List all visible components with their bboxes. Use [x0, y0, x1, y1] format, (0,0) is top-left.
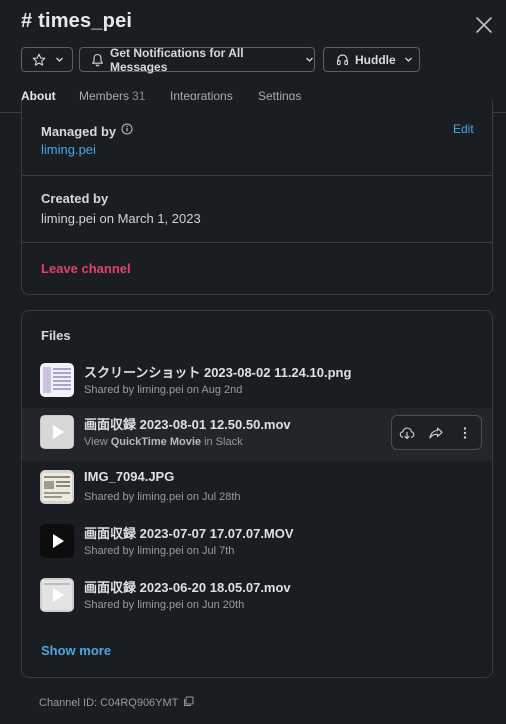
created-by-label: Created by — [41, 191, 109, 206]
download-icon[interactable] — [392, 416, 421, 449]
chevron-down-icon — [305, 55, 314, 64]
show-more-link[interactable]: Show more — [41, 643, 111, 658]
managed-by-label: Managed by — [41, 123, 117, 139]
chevron-down-icon — [55, 55, 64, 64]
file-meta: View QuickTime Movie in Slack — [84, 436, 243, 448]
copy-icon[interactable] — [183, 696, 194, 710]
channel-title: # times_pei — [21, 10, 133, 32]
created-by-section: Created by liming.pei on March 1, 2023 — [22, 176, 492, 242]
file-name[interactable]: 画面収録 2023-07-07 17.07.07.MOV — [84, 523, 294, 542]
file-meta: Shared by liming.pei on Jul 28th — [84, 491, 241, 503]
chevron-down-icon — [404, 55, 413, 64]
file-item[interactable]: IMG_7094.JPG Shared by liming.pei on Jul… — [22, 463, 492, 515]
file-meta-prefix: View — [84, 436, 108, 448]
notifications-button[interactable]: Get Notifications for All Messages — [79, 45, 315, 74]
photo-thumbnail — [40, 470, 74, 504]
file-meta-suffix: in Slack — [204, 436, 243, 448]
file-item[interactable]: 画面収録 2023-08-01 12.50.50.mov View QuickT… — [22, 408, 492, 461]
managed-by-section: Managed by liming.pei Edit — [22, 100, 492, 175]
file-item[interactable]: 画面収録 2023-07-07 17.07.07.MOV Shared by l… — [22, 517, 492, 569]
file-app-name: QuickTime Movie — [110, 436, 201, 448]
file-name[interactable]: 画面収録 2023-06-20 18.05.07.mov — [84, 577, 291, 596]
created-by-value: liming.pei on March 1, 2023 — [41, 211, 201, 226]
divider — [22, 242, 492, 243]
file-item[interactable]: 画面収録 2023-06-20 18.05.07.mov Shared by l… — [22, 571, 492, 623]
about-card: Managed by liming.pei Edit Created by li… — [21, 100, 493, 295]
headphones-icon — [336, 53, 349, 66]
star-button[interactable] — [21, 47, 73, 72]
close-icon[interactable] — [474, 15, 494, 35]
more-icon[interactable] — [450, 416, 479, 449]
bell-icon — [91, 53, 104, 67]
file-meta: Shared by liming.pei on Aug 2nd — [84, 384, 243, 396]
file-actions — [391, 415, 482, 450]
channel-header: # times_pei — [0, 0, 506, 46]
file-name[interactable]: 画面収録 2023-08-01 12.50.50.mov — [84, 414, 291, 433]
file-meta: Shared by liming.pei on Jun 20th — [84, 599, 245, 611]
file-name[interactable]: スクリーンショット 2023-08-02 11.24.10.png — [84, 362, 351, 381]
share-icon[interactable] — [421, 416, 450, 449]
file-meta: Shared by liming.pei on Jul 7th — [84, 545, 235, 557]
huddle-button[interactable]: Huddle — [323, 47, 420, 72]
files-heading: Files — [41, 328, 71, 343]
video-thumbnail — [40, 415, 74, 449]
files-card: Files スクリーンショット 2023-08-02 11.24.10.png … — [21, 310, 493, 678]
info-icon[interactable] — [121, 122, 133, 140]
leave-channel-button[interactable]: Leave channel — [41, 261, 131, 276]
video-thumbnail — [40, 524, 74, 558]
channel-id-text: Channel ID: C04RQ906YMT — [39, 697, 179, 709]
notifications-label: Get Notifications for All Messages — [110, 45, 244, 74]
managed-by-user-link[interactable]: liming.pei — [41, 142, 96, 157]
file-name[interactable]: IMG_7094.JPG — [84, 469, 174, 484]
file-item[interactable]: スクリーンショット 2023-08-02 11.24.10.png Shared… — [22, 356, 492, 408]
screenshot-thumbnail — [40, 363, 74, 397]
channel-id-footer: Channel ID: C04RQ906YMT — [39, 696, 194, 710]
huddle-label: Huddle — [355, 52, 396, 67]
star-icon — [32, 53, 46, 67]
video-thumbnail — [40, 578, 74, 612]
edit-link[interactable]: Edit — [453, 122, 474, 136]
